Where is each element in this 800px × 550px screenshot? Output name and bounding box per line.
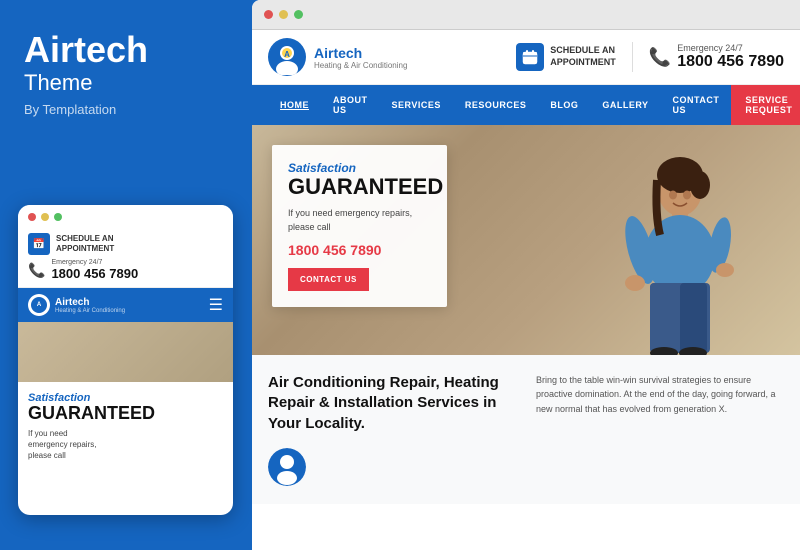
below-hero-right: Bring to the table win-win survival stra… — [536, 373, 784, 486]
hero-person — [560, 135, 760, 355]
mobile-nav-bar: A Airtech Heating & Air Conditioning ☰ — [18, 288, 233, 322]
header-calendar-icon — [516, 43, 544, 71]
site-brand-text: Airtech Heating & Air Conditioning — [314, 45, 407, 70]
site-header-right: SCHEDULE AN APPOINTMENT 📞 Emergency 24/7… — [516, 42, 784, 72]
nav-item-blog[interactable]: BLOG — [538, 90, 590, 120]
below-hero-left: Air Conditioning Repair, Heating Repair … — [268, 373, 516, 486]
mobile-top-bar — [18, 205, 233, 227]
website-container: A Airtech Heating & Air Conditioning — [252, 30, 800, 550]
browser-chrome — [252, 0, 800, 30]
service-icon-1 — [268, 448, 306, 486]
browser-dot-red — [264, 10, 273, 19]
dot-yellow — [41, 213, 49, 221]
brand-subtitle: Theme — [24, 70, 224, 96]
mobile-hero-bg — [18, 322, 233, 382]
brand-title: Airtech — [24, 30, 224, 70]
mobile-logo-row: A Airtech Heating & Air Conditioning — [28, 294, 125, 316]
header-schedule-text: SCHEDULE AN APPOINTMENT — [550, 45, 616, 68]
browser-dot-green — [294, 10, 303, 19]
nav-item-home[interactable]: HOME — [268, 90, 321, 120]
nav-item-services[interactable]: SERVICES — [380, 90, 453, 120]
site-nav: HOME ABOUT US SERVICES RESOURCES BLOG GA… — [252, 85, 800, 125]
below-hero-section: Air Conditioning Repair, Heating Repair … — [252, 355, 800, 504]
svg-text:A: A — [284, 50, 290, 59]
mobile-header-section: 📅 SCHEDULE AN APPOINTMENT 📞 Emergency 24… — [18, 227, 233, 288]
mobile-phone-info: Emergency 24/7 1800 456 7890 — [51, 259, 138, 281]
header-phone-icon: 📞 — [649, 47, 671, 68]
header-phone-info: Emergency 24/7 1800 456 7890 — [677, 43, 784, 71]
browser-dot-yellow — [279, 10, 288, 19]
site-logo-circle: A — [268, 38, 306, 76]
mobile-schedule-row: 📅 SCHEDULE AN APPOINTMENT — [28, 233, 223, 255]
mobile-brand-area: Airtech Heating & Air Conditioning — [55, 297, 125, 314]
left-panel: Airtech Theme By Templatation 📅 SCHEDULE… — [0, 0, 248, 550]
mobile-mockup: 📅 SCHEDULE AN APPOINTMENT 📞 Emergency 24… — [18, 205, 233, 515]
calendar-icon: 📅 — [28, 233, 50, 255]
nav-item-about[interactable]: ABOUT US — [321, 85, 380, 125]
header-phone: 📞 Emergency 24/7 1800 456 7890 — [649, 43, 784, 71]
nav-service-request[interactable]: SERVICE REQUEST — [731, 85, 800, 125]
dot-red — [28, 213, 36, 221]
mobile-content: Satisfaction GUARANTEED If you need emer… — [18, 382, 233, 471]
nav-item-contact[interactable]: CONTACT US — [661, 85, 732, 125]
dot-green — [54, 213, 62, 221]
mobile-phone-row: 📞 Emergency 24/7 1800 456 7890 — [28, 259, 223, 281]
hero-card: Satisfaction GUARANTEED If you need emer… — [272, 145, 447, 307]
hero-contact-btn[interactable]: CONTACT US — [288, 268, 369, 291]
header-divider — [632, 42, 633, 72]
nav-item-gallery[interactable]: GALLERY — [590, 90, 660, 120]
right-panel: A Airtech Heating & Air Conditioning — [252, 0, 800, 550]
hero-section: Satisfaction GUARANTEED If you need emer… — [252, 125, 800, 355]
header-schedule: SCHEDULE AN APPOINTMENT — [516, 43, 616, 71]
site-logo-area: A Airtech Heating & Air Conditioning — [268, 38, 407, 76]
brand-by: By Templatation — [24, 102, 224, 117]
nav-item-resources[interactable]: RESOURCES — [453, 90, 539, 120]
hamburger-icon[interactable]: ☰ — [209, 295, 223, 315]
mobile-logo: A — [28, 294, 50, 316]
below-hero-icons — [268, 448, 516, 486]
mobile-schedule-text: SCHEDULE AN APPOINTMENT — [56, 234, 114, 253]
site-header: A Airtech Heating & Air Conditioning — [252, 30, 800, 85]
phone-icon: 📞 — [28, 262, 45, 279]
